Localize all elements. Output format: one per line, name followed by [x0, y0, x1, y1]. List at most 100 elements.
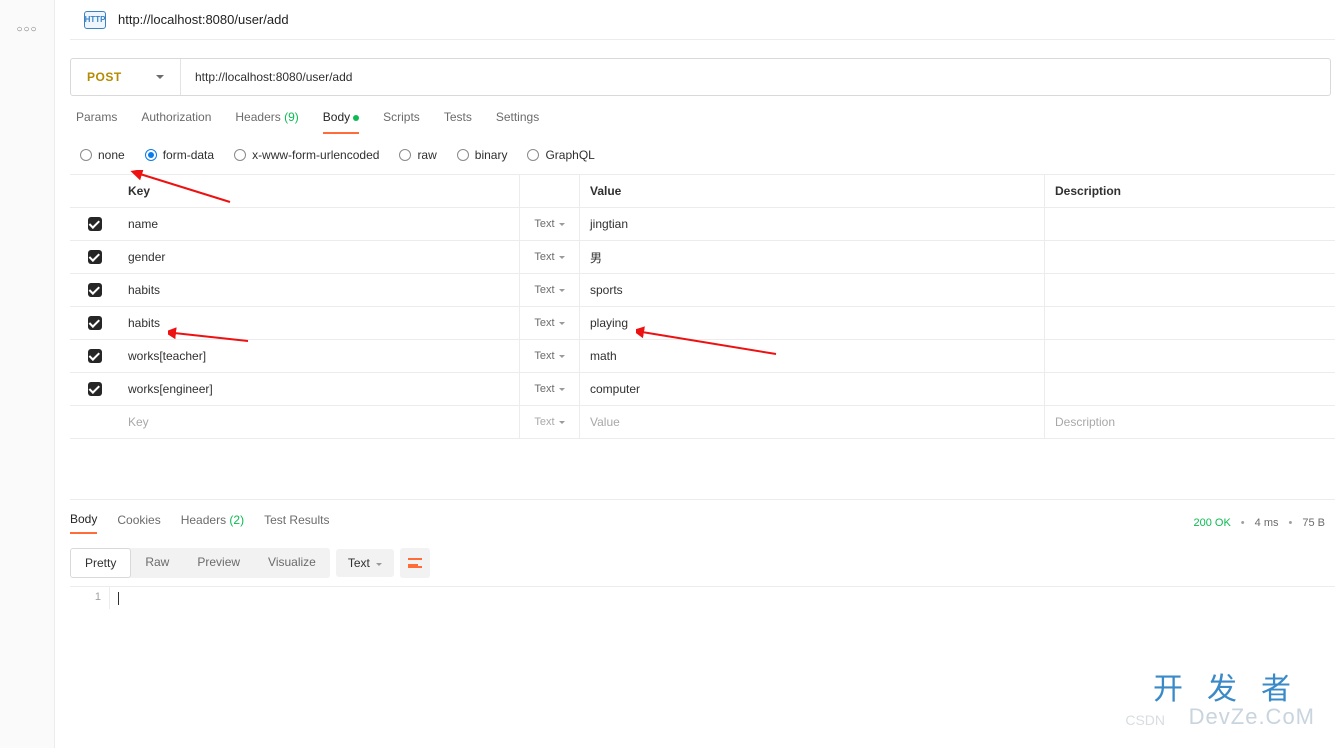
- checkbox-icon[interactable]: [88, 217, 102, 231]
- radio-binary[interactable]: binary: [457, 148, 508, 162]
- key-cell[interactable]: gender: [120, 241, 520, 273]
- response-body[interactable]: [110, 587, 1335, 609]
- type-select[interactable]: Text: [520, 307, 580, 339]
- view-raw[interactable]: Raw: [131, 548, 183, 578]
- key-cell[interactable]: habits: [120, 274, 520, 306]
- checkbox-icon[interactable]: [88, 283, 102, 297]
- method-select[interactable]: POST: [71, 59, 181, 95]
- watermark-cn: 开发者: [1153, 664, 1315, 708]
- col-header-value: Value: [580, 175, 1045, 207]
- resp-tab-headers[interactable]: Headers (2): [181, 513, 244, 533]
- dot-icon: [353, 115, 359, 121]
- response-size: 75 B: [1302, 517, 1325, 529]
- resp-tab-body[interactable]: Body: [70, 512, 97, 534]
- table-row[interactable]: works[engineer]Textcomputer: [70, 373, 1335, 406]
- radio-urlencoded-label: x-www-form-urlencoded: [252, 148, 379, 162]
- chevron-down-icon: [559, 317, 565, 329]
- desc-cell[interactable]: [1045, 307, 1335, 339]
- more-icon[interactable]: ○○○: [16, 24, 37, 35]
- table-header-row: Key Value Description: [70, 175, 1335, 208]
- key-cell[interactable]: works[engineer]: [120, 373, 520, 405]
- table-row-new[interactable]: Key Text Value Description: [70, 406, 1335, 439]
- watermark-csdn: CSDN: [1125, 712, 1165, 728]
- wrap-icon: [408, 558, 422, 568]
- value-cell[interactable]: computer: [580, 373, 1045, 405]
- radio-urlencoded[interactable]: x-www-form-urlencoded: [234, 148, 379, 162]
- value-cell[interactable]: playing: [580, 307, 1045, 339]
- tab-body[interactable]: Body: [323, 110, 359, 134]
- key-cell[interactable]: works[teacher]: [120, 340, 520, 372]
- new-value-input[interactable]: Value: [580, 406, 1045, 438]
- tab-title: http://localhost:8080/user/add: [118, 12, 289, 27]
- desc-cell[interactable]: [1045, 241, 1335, 273]
- main-panel: HTTP http://localhost:8080/user/add POST…: [55, 0, 1335, 748]
- response-tabs: Body Cookies Headers (2) Test Results 20…: [70, 512, 1335, 542]
- tab-body-label: Body: [323, 110, 350, 124]
- desc-cell[interactable]: [1045, 274, 1335, 306]
- value-cell[interactable]: jingtian: [580, 208, 1045, 240]
- table-row[interactable]: works[teacher]Textmath: [70, 340, 1335, 373]
- response-code-area: 1: [70, 586, 1335, 609]
- value-cell[interactable]: 男: [580, 241, 1045, 273]
- lang-label: Text: [348, 556, 370, 570]
- lang-select[interactable]: Text: [336, 549, 394, 577]
- radio-form-data[interactable]: form-data: [145, 148, 214, 162]
- body-type-radios: none form-data x-www-form-urlencoded raw…: [70, 134, 1335, 174]
- view-preview[interactable]: Preview: [183, 548, 254, 578]
- http-icon: HTTP: [84, 11, 106, 29]
- tab-headers-label: Headers: [235, 110, 280, 124]
- url-input[interactable]: http://localhost:8080/user/add: [181, 59, 1330, 95]
- resp-tab-cookies[interactable]: Cookies: [117, 513, 160, 533]
- method-label: POST: [87, 70, 122, 84]
- radio-raw[interactable]: raw: [399, 148, 436, 162]
- tab-tests[interactable]: Tests: [444, 110, 472, 134]
- tab-authorization[interactable]: Authorization: [141, 110, 211, 134]
- resp-headers-count: (2): [229, 513, 244, 527]
- view-pretty[interactable]: Pretty: [70, 548, 131, 578]
- type-select[interactable]: Text: [520, 373, 580, 405]
- url-bar: POST http://localhost:8080/user/add: [70, 58, 1331, 96]
- chevron-down-icon: [376, 556, 382, 570]
- key-cell[interactable]: name: [120, 208, 520, 240]
- type-select[interactable]: Text: [520, 340, 580, 372]
- table-row[interactable]: habitsTextsports: [70, 274, 1335, 307]
- radio-none[interactable]: none: [80, 148, 125, 162]
- table-row[interactable]: genderText男: [70, 241, 1335, 274]
- type-select[interactable]: Text: [520, 241, 580, 273]
- table-row[interactable]: nameTextjingtian: [70, 208, 1335, 241]
- tab-headers[interactable]: Headers (9): [235, 110, 298, 134]
- radio-binary-label: binary: [475, 148, 508, 162]
- view-visualize[interactable]: Visualize: [254, 548, 330, 578]
- status-badge: 200 OK: [1193, 517, 1230, 529]
- desc-cell[interactable]: [1045, 373, 1335, 405]
- checkbox-icon[interactable]: [88, 250, 102, 264]
- col-header-desc: Description: [1045, 175, 1335, 207]
- value-cell[interactable]: math: [580, 340, 1045, 372]
- chevron-down-icon: [156, 70, 164, 84]
- tab-settings[interactable]: Settings: [496, 110, 539, 134]
- tab-scripts[interactable]: Scripts: [383, 110, 420, 134]
- request-tabs: Params Authorization Headers (9) Body Sc…: [70, 96, 1335, 134]
- chevron-down-icon: [559, 350, 565, 362]
- chevron-down-icon: [559, 383, 565, 395]
- new-desc-input[interactable]: Description: [1045, 406, 1335, 438]
- checkbox-icon[interactable]: [88, 382, 102, 396]
- table-row[interactable]: habitsTextplaying: [70, 307, 1335, 340]
- desc-cell[interactable]: [1045, 208, 1335, 240]
- watermark: CSDN 开发者 DevZe.CoM: [1153, 664, 1315, 730]
- line-gutter: 1: [70, 587, 110, 609]
- value-cell[interactable]: sports: [580, 274, 1045, 306]
- checkbox-icon[interactable]: [88, 349, 102, 363]
- type-select[interactable]: Text: [520, 208, 580, 240]
- radio-graphql[interactable]: GraphQL: [527, 148, 594, 162]
- key-cell[interactable]: habits: [120, 307, 520, 339]
- radio-form-data-label: form-data: [163, 148, 214, 162]
- new-key-input[interactable]: Key: [120, 406, 520, 438]
- type-select[interactable]: Text: [520, 274, 580, 306]
- desc-cell[interactable]: [1045, 340, 1335, 372]
- col-header-key: Key: [120, 175, 520, 207]
- wrap-toggle[interactable]: [400, 548, 430, 578]
- resp-tab-results[interactable]: Test Results: [264, 513, 329, 533]
- checkbox-icon[interactable]: [88, 316, 102, 330]
- tab-params[interactable]: Params: [76, 110, 117, 134]
